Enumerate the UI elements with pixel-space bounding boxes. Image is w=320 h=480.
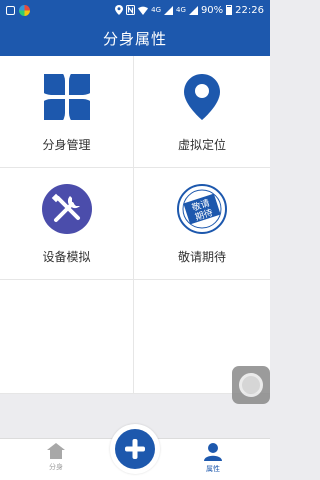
four-leaf-grid-icon [42,72,92,122]
add-button[interactable] [115,429,155,469]
grid-item-virtual-location[interactable]: 虚拟定位 [134,56,270,168]
grid-item-label: 分身管理 [42,138,91,152]
signal-icon-2 [188,5,198,15]
home-icon [47,443,65,459]
tab-attributes[interactable]: 属性 [183,443,243,474]
assistive-touch-icon [239,373,263,397]
battery-percent: 90% [200,4,224,16]
status-bar: 4G 4G 90% 22:26 [0,0,270,20]
plus-icon [125,439,145,459]
grid-item-clone-management[interactable]: 分身管理 [0,56,134,168]
clock: 22:26 [235,4,264,16]
title-bar: 分身属性 [0,20,270,56]
tab-clone-label: 分身 [49,463,63,471]
grid-item-device-simulation[interactable]: 设备模拟 [0,168,134,280]
assistive-touch-button[interactable] [232,366,270,404]
coming-soon-stamp-icon: 敬请 期待 [177,184,227,234]
page-title: 分身属性 [102,29,167,48]
grid-item-label: 敬请期待 [177,250,226,264]
notification-color-icon [19,4,30,16]
network-type-1: 4G [151,5,162,14]
grid-item-coming-soon[interactable]: 敬请 期待 敬请期待 [134,168,270,280]
grid-item-label: 设备模拟 [42,250,91,264]
signal-icon-1 [164,5,174,15]
grid-item-empty-left [0,280,134,394]
add-button-wrapper [110,424,160,474]
network-type-2: 4G [176,5,186,14]
tab-clone[interactable]: 分身 [26,443,86,472]
location-status-icon [115,5,124,15]
location-pin-icon [177,72,227,122]
feature-grid: 分身管理 虚拟定位 设备模拟 敬请 期待 敬请期待 [0,56,270,394]
notification-app-icon [6,5,15,15]
grid-item-label: 虚拟定位 [177,138,226,152]
tab-attributes-label: 属性 [206,465,220,473]
battery-icon [226,5,233,15]
wrench-screwdriver-icon [41,184,92,234]
wifi-icon [138,6,149,15]
person-icon [204,443,222,461]
status-bar-left [6,4,30,16]
nfc-icon [126,5,136,15]
status-bar-right: 4G 4G 90% 22:26 [115,5,264,16]
